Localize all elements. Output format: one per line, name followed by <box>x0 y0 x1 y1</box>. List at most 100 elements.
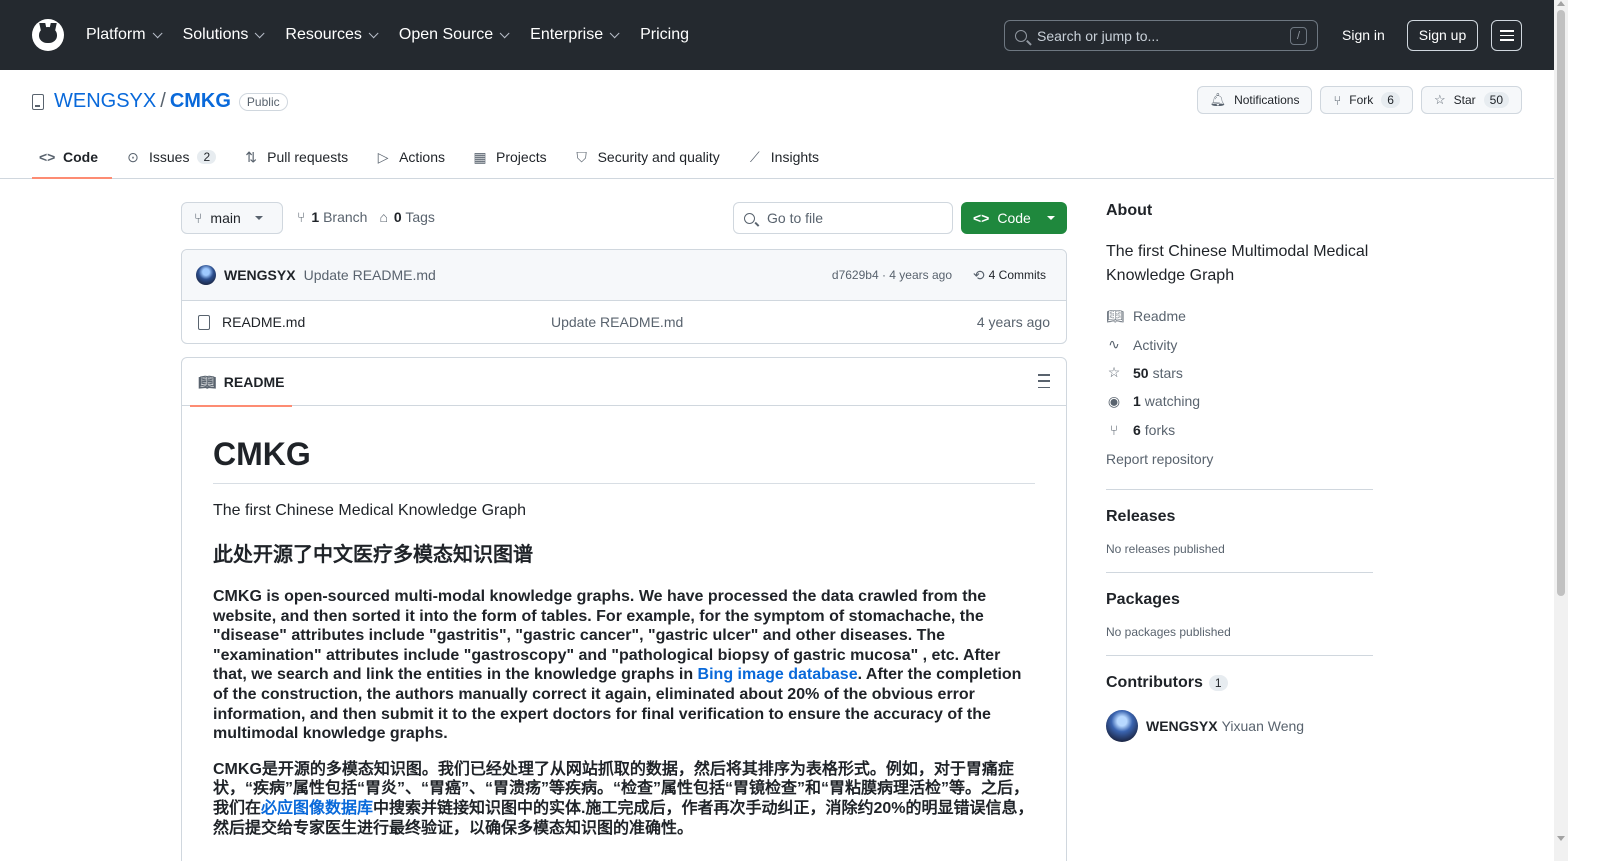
commits-link[interactable]: ⟲ 4 Commits <box>973 267 1046 284</box>
sign-in-link[interactable]: Sign in <box>1328 20 1399 51</box>
file-row[interactable]: README.md Update README.md 4 years ago <box>182 301 1066 343</box>
packages-note: No packages published <box>1106 624 1231 639</box>
play-icon: ▷ <box>377 148 389 165</box>
sign-up-button[interactable]: Sign up <box>1407 20 1478 51</box>
contributor-item[interactable]: WENGSYX Yixuan Weng <box>1106 709 1373 742</box>
contributors-count: 1 <box>1208 674 1228 691</box>
latest-commit: WENGSYX Update README.md d7629b4 · 4 yea… <box>182 250 1066 301</box>
scroll-down-arrow-icon[interactable] <box>1557 836 1565 841</box>
activity-link[interactable]: ∿ Activity <box>1106 330 1373 358</box>
tab-actions[interactable]: ▷ Actions <box>368 136 459 178</box>
fork-count: 6 <box>1381 92 1400 108</box>
github-logo-icon[interactable] <box>32 19 64 51</box>
search-input[interactable]: Search or jump to... / <box>1004 20 1318 51</box>
contributor-name: Yixuan Weng <box>1221 717 1305 734</box>
branches-link[interactable]: ⑂ 1 Branch <box>297 209 367 225</box>
tab-insights[interactable]: ⟋ Insights <box>740 136 833 178</box>
repo-name-link[interactable]: CMKG <box>170 90 231 113</box>
packages-heading[interactable]: Packages <box>1106 591 1373 609</box>
commit-message[interactable]: Update README.md <box>304 267 436 283</box>
repo-title: WENGSYX / CMKG Public <box>32 90 288 113</box>
tab-issues[interactable]: ⊙ Issues 2 <box>118 136 230 178</box>
stars-link[interactable]: ☆ 50 stars <box>1106 359 1373 387</box>
chevron-down-icon <box>368 27 379 38</box>
tab-pull-requests[interactable]: ⇅ Pull requests <box>236 136 362 178</box>
releases-note: No releases published <box>1106 541 1225 556</box>
chevron-down-icon <box>499 27 510 38</box>
history-icon: ⟲ <box>972 266 985 283</box>
go-to-file-input[interactable]: Go to file <box>733 202 953 234</box>
caret-down-icon <box>254 216 263 220</box>
search-icon <box>744 212 755 224</box>
branch-tag-links: ⑂ 1 Branch ⌂ 0 Tags <box>297 209 435 225</box>
readme-title: CMKG <box>213 436 1035 484</box>
nav-open-source[interactable]: Open Source <box>399 22 510 48</box>
contributors-heading[interactable]: Contributors 1 <box>1106 674 1373 692</box>
about-heading: About <box>1106 202 1153 219</box>
readme-paragraph-cn: CMKG是开源的多模态知识图。我们已经处理了从网站抓取的数据，然后将其排序为表格… <box>213 760 1034 837</box>
readme-link[interactable]: 📖︎ Readme <box>1106 302 1373 330</box>
bing-image-database-link-cn[interactable]: 必应图像数据库 <box>261 800 373 817</box>
chevron-down-icon <box>609 27 620 38</box>
commit-meta[interactable]: d7629b4 · 4 years ago <box>832 268 952 282</box>
nav-resources[interactable]: Resources <box>285 22 379 48</box>
issues-count: 2 <box>197 150 217 164</box>
tags-link[interactable]: ⌂ 0 Tags <box>379 209 434 225</box>
sidebar: About The first Chinese Multimodal Medic… <box>1106 202 1373 742</box>
file-commit-message[interactable]: Update README.md <box>551 314 683 330</box>
avatar[interactable] <box>1106 709 1138 742</box>
readme-paragraph-en: CMKG is open-sourced multi-modal knowled… <box>213 588 1022 743</box>
table-icon: ▦ <box>473 148 487 165</box>
nav-platform[interactable]: Platform <box>86 22 163 48</box>
avatar[interactable] <box>196 265 216 285</box>
search-placeholder: Search or jump to... <box>1037 27 1160 44</box>
bing-image-database-link[interactable]: Bing image database <box>698 666 858 683</box>
repo-owner-link[interactable]: WENGSYX <box>54 90 156 113</box>
shield-icon: ⛉ <box>576 148 587 165</box>
list-icon[interactable] <box>1034 374 1050 388</box>
forks-link[interactable]: ⑂ 6 forks <box>1106 416 1373 444</box>
readme-subtitle: The first Chinese Medical Knowledge Grap… <box>213 502 527 519</box>
commit-author[interactable]: WENGSYX <box>224 267 296 283</box>
repo-actions: 🔔︎ Notifications ⑂ Fork 6 ☆ Star 50 <box>1196 86 1522 114</box>
file-list: WENGSYX Update README.md d7629b4 · 4 yea… <box>181 249 1067 344</box>
site-header: Platform Solutions Resources Open Source… <box>0 0 1554 70</box>
repo-header: WENGSYX / CMKG Public 🔔︎ Notifications ⑂ F… <box>0 70 1554 179</box>
repo-separator: / <box>160 90 166 112</box>
report-repository-link[interactable]: Report repository <box>1106 445 1373 473</box>
file-age: 4 years ago <box>976 314 1050 330</box>
contributor-login[interactable]: WENGSYX <box>1146 718 1218 734</box>
readme-tab[interactable]: 📖︎ README <box>190 358 293 407</box>
star-icon: ☆ <box>1107 364 1121 381</box>
file-toolbar: ⑂ main ⑂ 1 Branch ⌂ 0 Tags Go to file <> C… <box>181 202 1067 234</box>
file-name[interactable]: README.md <box>222 314 305 330</box>
scrollbar[interactable] <box>1554 0 1568 861</box>
releases-heading[interactable]: Releases <box>1106 508 1373 526</box>
visibility-badge: Public <box>238 92 288 111</box>
branch-selector[interactable]: ⑂ main <box>181 202 283 234</box>
code-button[interactable]: <> Code <box>961 202 1067 234</box>
watching-link[interactable]: ◉ 1 watching <box>1106 387 1373 415</box>
scroll-up-arrow-icon[interactable] <box>1557 1 1565 6</box>
branch-icon: ⑂ <box>194 210 203 226</box>
pulse-icon: ∿ <box>1108 336 1120 353</box>
nav-enterprise[interactable]: Enterprise <box>530 22 620 48</box>
nav-pricing[interactable]: Pricing <box>640 22 689 48</box>
book-icon: 📖︎ <box>1106 307 1124 324</box>
star-button[interactable]: ☆ Star 50 <box>1420 86 1522 114</box>
menu-icon[interactable] <box>1491 20 1522 51</box>
branch-icon: ⑂ <box>297 209 306 225</box>
code-icon: <> <box>39 149 56 165</box>
tab-projects[interactable]: ▦ Projects <box>465 136 561 178</box>
tab-code[interactable]: <> Code <box>32 136 112 179</box>
book-icon: 📖︎ <box>198 373 216 390</box>
notifications-button[interactable]: 🔔︎ Notifications <box>1196 86 1313 114</box>
header-nav: Platform Solutions Resources Open Source… <box>86 22 713 48</box>
nav-solutions[interactable]: Solutions <box>183 22 265 48</box>
fork-button[interactable]: ⑂ Fork 6 <box>1320 86 1413 114</box>
tab-security[interactable]: ⛉ Security and quality <box>567 136 734 178</box>
star-icon: ☆ <box>1433 92 1446 107</box>
divider <box>1106 571 1373 573</box>
scroll-thumb[interactable] <box>1557 10 1565 596</box>
readme-body: CMKG The first Chinese Medical Knowledge… <box>182 406 1066 861</box>
